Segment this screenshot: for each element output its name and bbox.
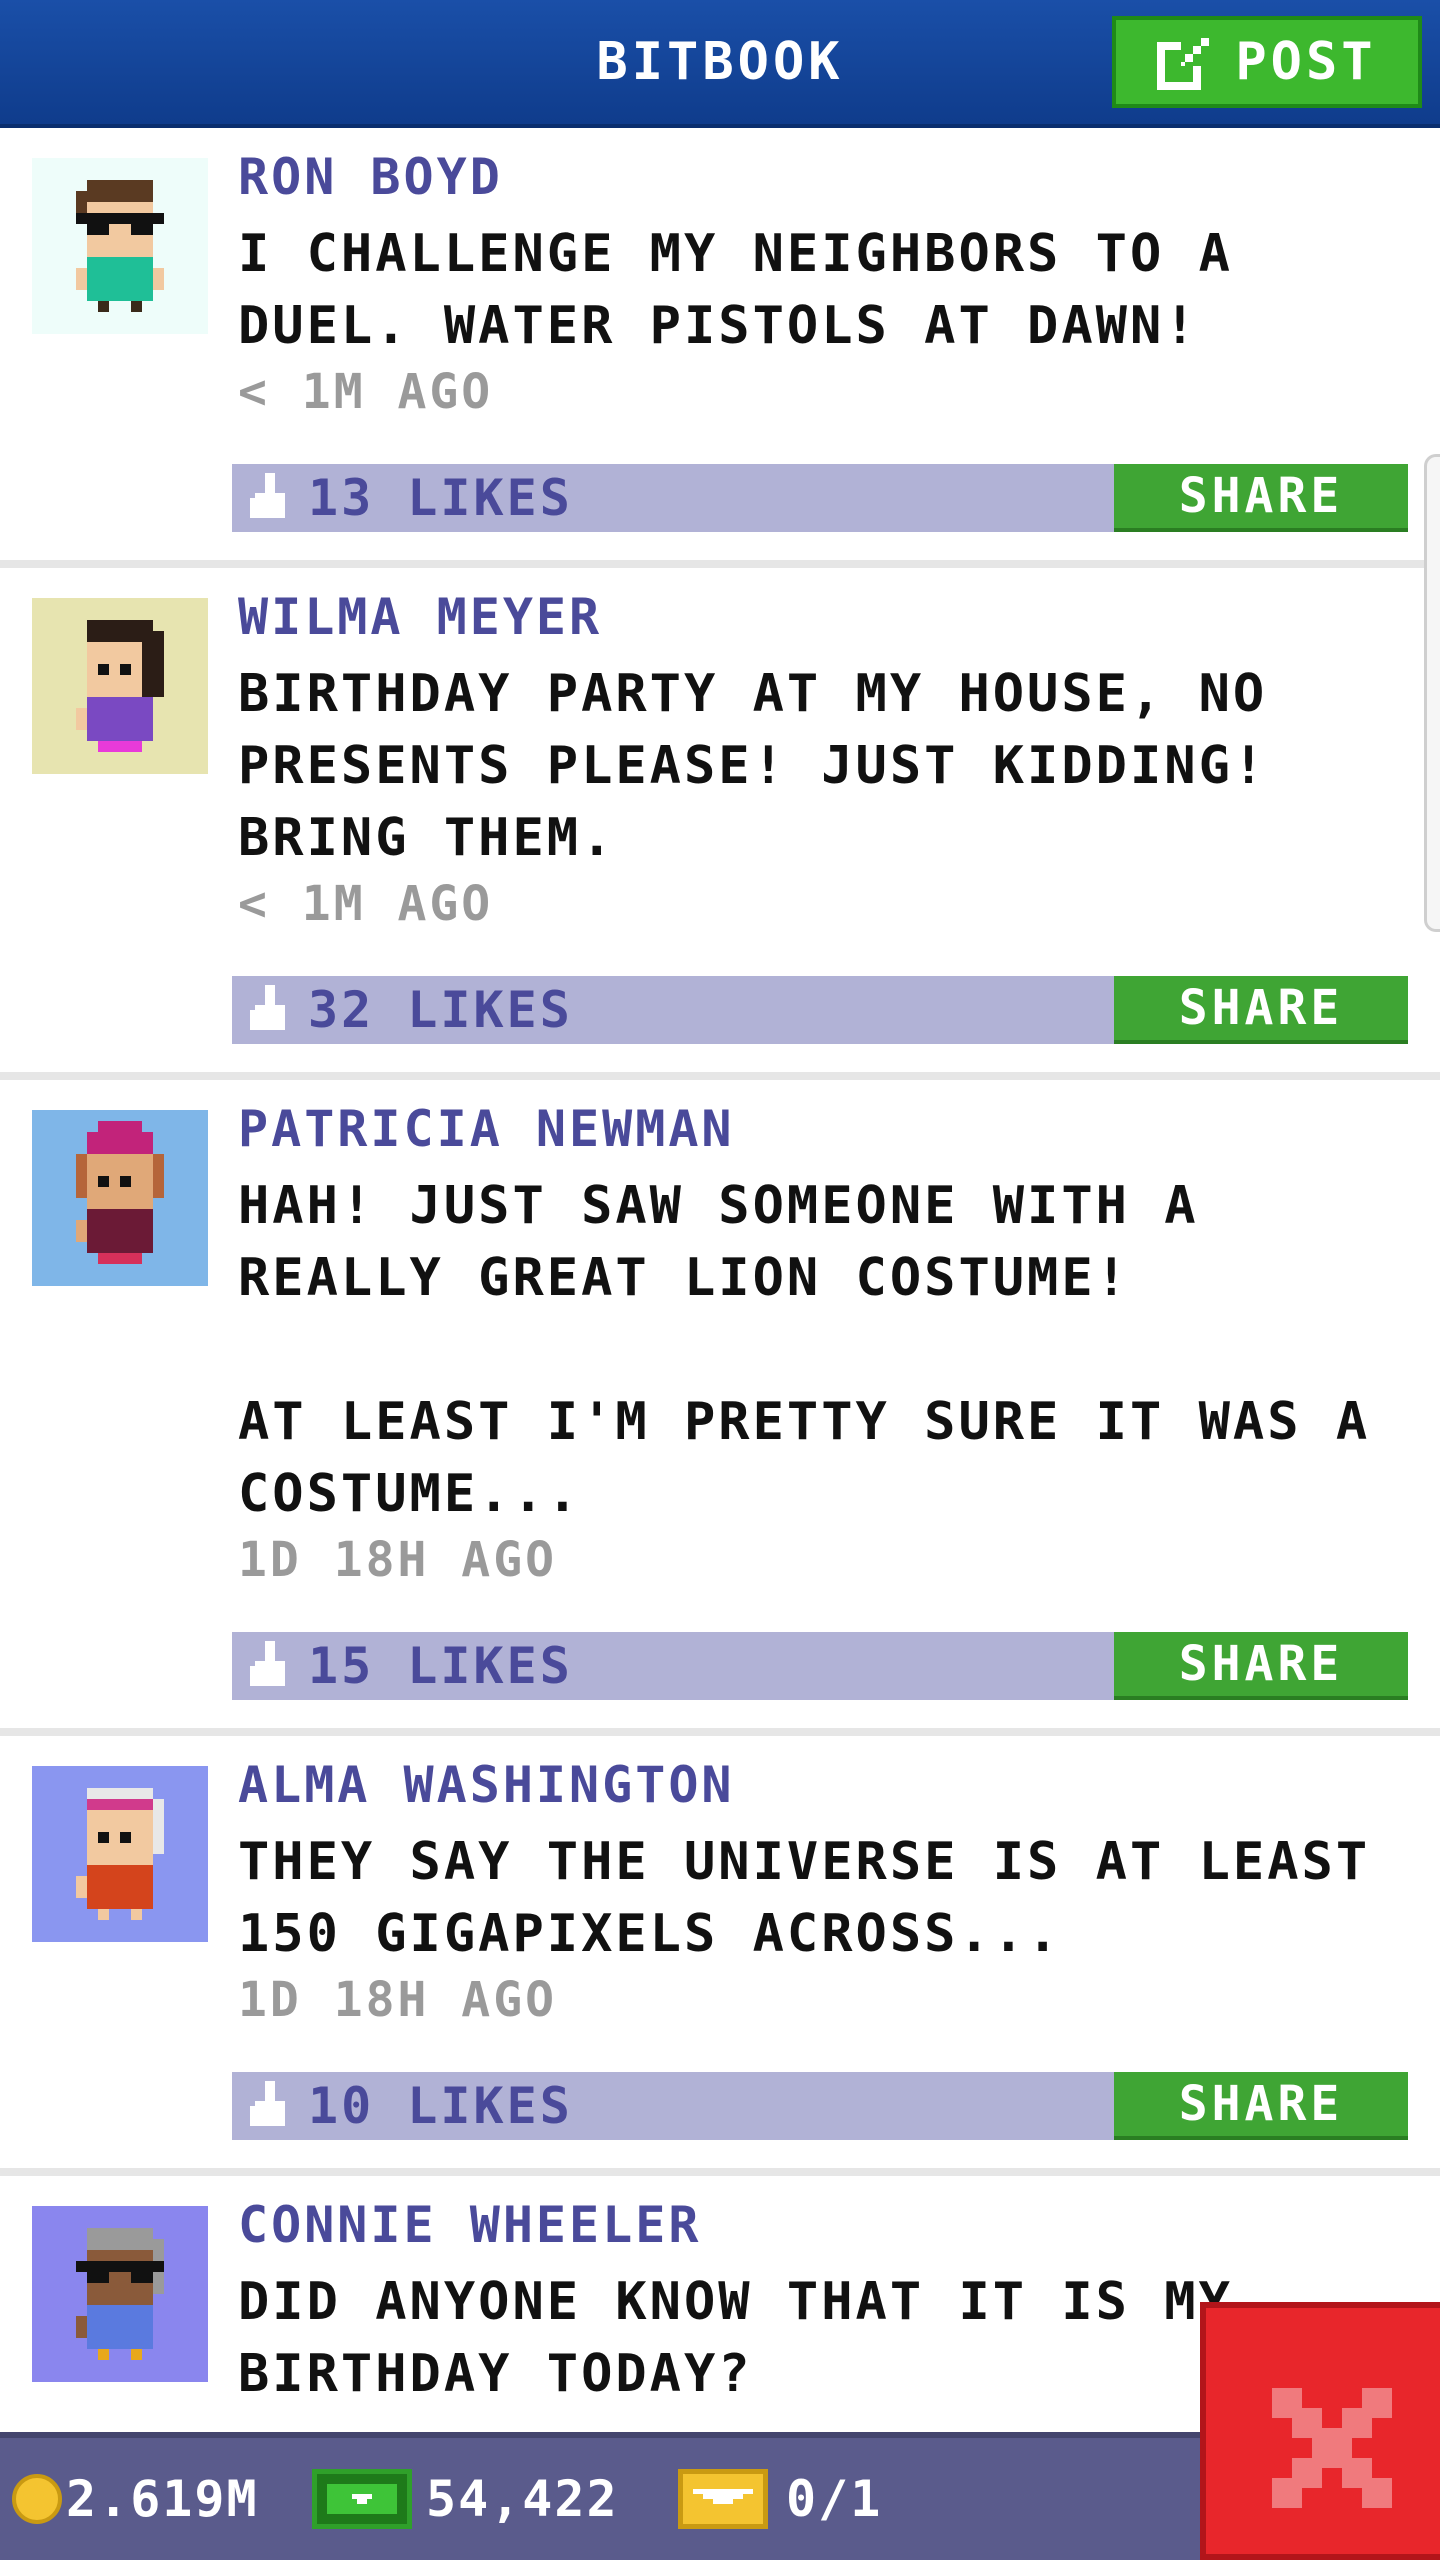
- share-button[interactable]: SHARE: [1114, 1632, 1408, 1700]
- feed-post: RON BOYD I CHALLENGE MY NEIGHBORS TO A D…: [0, 128, 1440, 568]
- likes-count: 10 LIKES: [308, 2077, 573, 2135]
- scrollbar[interactable]: [1424, 454, 1440, 932]
- post-timestamp: 1D 18H AGO: [238, 1972, 557, 2028]
- post-button[interactable]: POST: [1112, 16, 1422, 108]
- like-bar: 10 LIKES SHARE: [232, 2072, 1408, 2140]
- post-author[interactable]: WILMA MEYER: [238, 588, 602, 646]
- golden-ticket-icon: [678, 2469, 768, 2529]
- thumbs-up-icon[interactable]: [250, 472, 290, 524]
- thumbs-up-icon[interactable]: [250, 2080, 290, 2132]
- tickets-value: 0/1: [786, 2470, 883, 2528]
- post-timestamp: < 1M AGO: [238, 364, 494, 420]
- bux-cash-icon: [312, 2469, 412, 2529]
- share-button[interactable]: SHARE: [1114, 464, 1408, 532]
- share-button[interactable]: SHARE: [1114, 976, 1408, 1044]
- like-bar: 15 LIKES SHARE: [232, 1632, 1408, 1700]
- bux-stat: 54,422: [312, 2438, 619, 2560]
- post-author[interactable]: PATRICIA NEWMAN: [238, 1100, 735, 1158]
- woman-pink-hat-avatar[interactable]: [32, 1110, 208, 1286]
- share-button[interactable]: SHARE: [1114, 2072, 1408, 2140]
- post-timestamp: 1D 18H AGO: [238, 1532, 557, 1588]
- thumbs-up-icon[interactable]: [250, 1640, 290, 1692]
- likes-count: 15 LIKES: [308, 1637, 573, 1695]
- coins-value: 2.619M: [66, 2470, 259, 2528]
- post-author[interactable]: CONNIE WHEELER: [238, 2196, 701, 2254]
- post-text: THEY SAY THE UNIVERSE IS AT LEAST 150 GI…: [238, 1832, 1371, 1964]
- compose-icon: [1157, 38, 1210, 90]
- thumbs-up-icon[interactable]: [250, 984, 290, 1036]
- bux-value: 54,422: [426, 2470, 619, 2528]
- post-author[interactable]: ALMA WASHINGTON: [238, 1756, 735, 1814]
- feed-post: PATRICIA NEWMAN HAH! JUST SAW SOMEONE WI…: [0, 1080, 1440, 1736]
- app-header: BITBOOK POST: [0, 0, 1440, 128]
- like-bar: 32 LIKES SHARE: [232, 976, 1408, 1044]
- woman-dark-hair-avatar[interactable]: [32, 598, 208, 774]
- coins-stat: 2.619M: [12, 2438, 259, 2560]
- close-button[interactable]: [1200, 2302, 1440, 2560]
- tickets-stat: 0/1: [678, 2438, 882, 2560]
- likes-count: 32 LIKES: [308, 981, 573, 1039]
- post-author[interactable]: RON BOYD: [238, 148, 503, 206]
- likes-count: 13 LIKES: [308, 469, 573, 527]
- coin-icon: [12, 2474, 62, 2524]
- man-with-sunglasses-avatar[interactable]: [32, 158, 208, 334]
- like-bar: 13 LIKES SHARE: [232, 464, 1408, 532]
- post-timestamp: < 1M AGO: [238, 876, 494, 932]
- feed-post: ALMA WASHINGTON THEY SAY THE UNIVERSE IS…: [0, 1736, 1440, 2176]
- post-button-label: POST: [1235, 32, 1377, 92]
- post-text: BIRTHDAY PARTY AT MY HOUSE, NO PRESENTS …: [238, 664, 1268, 868]
- woman-gray-hair-sunglasses-avatar[interactable]: [32, 2206, 208, 2382]
- woman-headband-avatar[interactable]: [32, 1766, 208, 1942]
- news-feed[interactable]: RON BOYD I CHALLENGE MY NEIGHBORS TO A D…: [0, 128, 1440, 2432]
- feed-post: WILMA MEYER BIRTHDAY PARTY AT MY HOUSE, …: [0, 568, 1440, 1080]
- close-x-icon: [1272, 2388, 1392, 2508]
- post-text: HAH! JUST SAW SOMEONE WITH A REALLY GREA…: [238, 1176, 1371, 1524]
- post-text: I CHALLENGE MY NEIGHBORS TO A DUEL. WATE…: [238, 224, 1233, 356]
